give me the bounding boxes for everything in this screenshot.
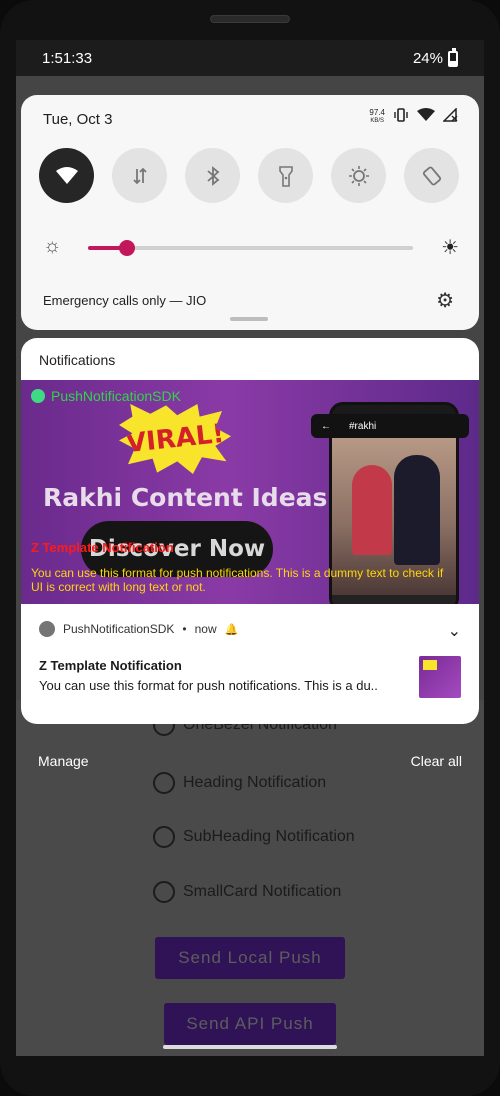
separator-dot: • [182, 622, 187, 636]
app-icon [39, 621, 55, 637]
wifi-signal-icon [417, 108, 435, 125]
system-icons: 97.4 KB/S [369, 107, 459, 125]
status-bar: 1:51:33 24% [16, 40, 484, 76]
gesture-bar[interactable] [163, 1045, 337, 1049]
screen: OneBezel Notification Heading Notificati… [16, 40, 484, 1056]
settings-gear-icon[interactable]: ⚙ [436, 288, 454, 313]
clock: 1:51:33 [42, 50, 93, 67]
network-speed: 97.4 KB/S [369, 107, 385, 125]
wifi-icon [55, 166, 78, 184]
notification-time: now [194, 622, 217, 636]
mobile-data-icon [132, 167, 147, 184]
back-arrow-icon: ← [321, 420, 331, 432]
auto-rotate-tile[interactable] [404, 148, 459, 203]
mockup-nav-bar [332, 595, 456, 604]
mobile-data-tile[interactable] [112, 148, 167, 203]
clear-all-button[interactable]: Clear all [411, 753, 462, 769]
battery-icon [448, 47, 458, 67]
person-figure [394, 455, 440, 565]
notifications-panel: Notifications PushNotificationSDK VIRAL!… [21, 338, 479, 724]
banner-app-label: PushNotificationSDK [31, 388, 181, 404]
mobile-signal-off-icon [442, 107, 459, 125]
bluetooth-tile[interactable] [185, 148, 240, 203]
brightness-slider-thumb[interactable] [119, 240, 135, 256]
banner-overlay-body: You can use this format for push notific… [31, 566, 444, 594]
brightness-low-icon: ☼ [43, 235, 62, 257]
notification-app-name: PushNotificationSDK [63, 622, 175, 636]
notifications-header: Notifications [39, 352, 116, 368]
date-label: Tue, Oct 3 [43, 111, 113, 128]
carrier-status: Emergency calls only — JIO [43, 293, 207, 308]
flashlight-icon [278, 165, 293, 187]
earpiece-speaker [210, 15, 290, 23]
hashtag-text: #rakhi [349, 420, 377, 432]
alert-bell-icon: 🔔 [224, 623, 239, 636]
quick-settings-panel: Tue, Oct 3 97.4 KB/S ☼ ☀ Emergency calls… [21, 95, 479, 330]
manage-button[interactable]: Manage [38, 753, 89, 769]
android-icon [31, 389, 45, 403]
night-mode-icon [348, 165, 369, 186]
brightness-slider[interactable] [88, 240, 413, 256]
auto-rotate-icon [422, 166, 441, 185]
mockup-search-bar: ← #rakhi [311, 414, 469, 438]
bluetooth-icon [206, 165, 219, 186]
battery-percent: 24% [412, 50, 443, 67]
notification-body: You can use this format for push notific… [39, 678, 378, 693]
person-figure [352, 465, 392, 555]
network-speed-value: 97.4 [369, 107, 385, 117]
banner-headline: Rakhi Content Ideas [43, 483, 328, 512]
notification-title: Z Template Notification [39, 658, 182, 673]
wifi-tile[interactable] [39, 148, 94, 203]
banner-app-name: PushNotificationSDK [51, 388, 181, 404]
auto-brightness-tile[interactable] [331, 148, 386, 203]
viral-badge: VIRAL! [119, 404, 231, 474]
banner-overlay-title: Z Template Notification [31, 540, 174, 555]
drag-handle[interactable] [230, 317, 268, 321]
notification-thumbnail [419, 656, 461, 698]
quick-tiles [39, 148, 459, 203]
expand-chevron-icon[interactable]: ⌄ [448, 621, 461, 641]
network-speed-unit: KB/S [370, 117, 385, 124]
auto-brightness-icon[interactable]: ☀ [441, 235, 459, 260]
viral-text: VIRAL! [124, 418, 226, 460]
phone-frame: OneBezel Notification Heading Notificati… [0, 0, 500, 1096]
brightness-row: ☼ ☀ [43, 235, 459, 259]
flashlight-tile[interactable] [258, 148, 313, 203]
battery-indicator: 24% [412, 47, 458, 67]
vibrate-icon [393, 108, 409, 125]
notification-banner-image[interactable]: PushNotificationSDK VIRAL! Rakhi Content… [21, 380, 479, 604]
notification-meta: PushNotificationSDK • now 🔔 [39, 621, 238, 637]
